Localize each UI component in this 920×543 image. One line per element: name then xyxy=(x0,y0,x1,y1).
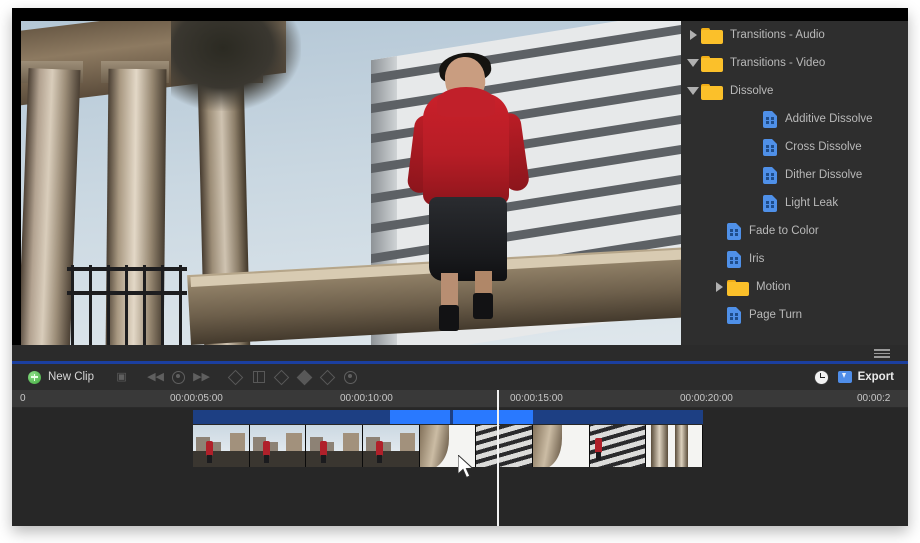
preview-fence xyxy=(67,265,187,345)
editor-window: Transitions - Audio Transitions - Video Di… xyxy=(12,8,908,526)
video-preview[interactable] xyxy=(21,21,681,345)
panel-divider[interactable] xyxy=(12,345,908,361)
folder-icon xyxy=(701,27,723,44)
timeline-tracks[interactable] xyxy=(12,390,908,526)
clip-header-bar[interactable] xyxy=(193,410,703,424)
new-clip-label: New Clip xyxy=(48,371,95,383)
effect-file-icon xyxy=(763,194,777,212)
filmstrip-frame xyxy=(363,425,420,467)
chevron-down-icon[interactable] xyxy=(685,77,701,105)
keyframe-add-icon[interactable] xyxy=(296,369,313,385)
tree-item-label: Page Turn xyxy=(749,309,803,321)
tree-item-fade-to-color[interactable]: Fade to Color xyxy=(681,217,908,245)
clip-selection-segment[interactable] xyxy=(390,410,450,424)
filmstrip-frame xyxy=(419,425,477,467)
tree-item-label: Transitions - Audio xyxy=(730,29,825,41)
filmstrip-frame xyxy=(589,425,647,467)
tree-item-label: Transitions - Video xyxy=(730,57,826,69)
effect-file-icon xyxy=(727,222,741,240)
razor-icon[interactable]: ▣ xyxy=(115,371,128,384)
tree-item-motion[interactable]: Motion xyxy=(681,273,908,301)
chevron-right-icon[interactable] xyxy=(685,21,701,49)
effects-browser[interactable]: Transitions - Audio Transitions - Video Di… xyxy=(681,21,908,345)
record-icon[interactable] xyxy=(172,370,186,384)
keyframe-toggle-icon[interactable] xyxy=(344,370,358,384)
timeline-ruler[interactable]: 0 00:00:05:00 00:00:10:00 00:00:15:00 00:00:… xyxy=(12,390,908,408)
tree-item-label: Dissolve xyxy=(730,85,774,97)
filmstrip-frame xyxy=(646,425,703,467)
export-button[interactable]: Export xyxy=(858,371,894,383)
rewind-icon[interactable]: ◀◀ xyxy=(147,371,164,384)
new-clip-button[interactable]: New Clip xyxy=(28,370,95,384)
ruler-tick-label: 00:00:10:00 xyxy=(340,393,393,404)
tree-item-page-turn[interactable]: Page Turn xyxy=(681,301,908,329)
ruler-tick-label: 0 xyxy=(20,393,26,404)
effect-file-icon xyxy=(727,306,741,324)
tree-item-label: Light Leak xyxy=(785,197,839,209)
tree-item-label: Motion xyxy=(756,281,791,293)
folder-icon xyxy=(727,279,749,296)
export-icon[interactable] xyxy=(837,371,852,383)
plus-icon xyxy=(28,370,41,384)
filmstrip-frame xyxy=(249,425,307,467)
timeline-tool-icons: ▣ ◀◀ ▶▶ xyxy=(110,369,362,385)
menu-hamburger-icon[interactable] xyxy=(874,349,890,358)
tree-item-label: Additive Dissolve xyxy=(785,113,873,125)
top-area: Transitions - Audio Transitions - Video Di… xyxy=(12,8,908,357)
ruler-tick-label: 00:00:15:00 xyxy=(510,393,563,404)
chevron-right-icon[interactable] xyxy=(711,273,727,301)
tree-item-dissolve[interactable]: Dissolve xyxy=(681,77,908,105)
chevron-down-icon[interactable] xyxy=(685,49,701,77)
ruler-tick-label: 00:00:20:00 xyxy=(680,393,733,404)
filmstrip-frame xyxy=(476,425,534,467)
timeline-toolbar: New Clip ▣ ◀◀ ▶▶ Export xyxy=(12,364,908,390)
folder-icon xyxy=(701,83,723,100)
toolbar-right-group: Export xyxy=(813,369,894,385)
split-icon[interactable] xyxy=(252,371,265,384)
tree-item-light-leak[interactable]: Light Leak xyxy=(681,189,908,217)
effect-file-icon xyxy=(763,166,777,184)
tree-item-label: Fade to Color xyxy=(749,225,819,237)
playhead[interactable] xyxy=(497,390,499,526)
tree-item-label: Dither Dissolve xyxy=(785,169,863,181)
tree-item-additive-dissolve[interactable]: Additive Dissolve xyxy=(681,105,908,133)
keyframe-next-icon[interactable] xyxy=(319,369,336,385)
filmstrip-frame xyxy=(306,425,364,467)
folder-icon xyxy=(701,55,723,72)
preview-subject xyxy=(406,49,531,331)
tree-item-label: Iris xyxy=(749,253,765,265)
filmstrip-frame xyxy=(533,425,590,467)
preview-foliage xyxy=(171,21,301,111)
keyframe-icon[interactable] xyxy=(227,369,244,385)
filmstrip-frame xyxy=(193,425,250,467)
tree-item-label: Cross Dissolve xyxy=(785,141,862,153)
clip-selection-segment[interactable] xyxy=(453,410,533,424)
effect-file-icon xyxy=(763,110,777,128)
tree-item-cross-dissolve[interactable]: Cross Dissolve xyxy=(681,133,908,161)
timeline-panel: New Clip ▣ ◀◀ ▶▶ Export 0 00:00:05:00 00… xyxy=(12,364,908,526)
keyframe-prev-icon[interactable] xyxy=(273,369,290,385)
effect-file-icon xyxy=(727,250,741,268)
tree-item-transitions-audio[interactable]: Transitions - Audio xyxy=(681,21,908,49)
ruler-tick-label: 00:00:05:00 xyxy=(170,393,223,404)
ruler-tick-label: 00:00:2 xyxy=(857,393,891,404)
tree-item-iris[interactable]: Iris xyxy=(681,245,908,273)
fast-forward-icon[interactable]: ▶▶ xyxy=(193,371,210,384)
clock-icon[interactable] xyxy=(813,369,829,385)
tree-item-transitions-video[interactable]: Transitions - Video xyxy=(681,49,908,77)
tree-item-dither-dissolve[interactable]: Dither Dissolve xyxy=(681,161,908,189)
video-clip[interactable] xyxy=(193,410,703,467)
clip-filmstrip xyxy=(193,425,703,467)
app-root: Transitions - Audio Transitions - Video Di… xyxy=(0,0,920,543)
effect-file-icon xyxy=(763,138,777,156)
